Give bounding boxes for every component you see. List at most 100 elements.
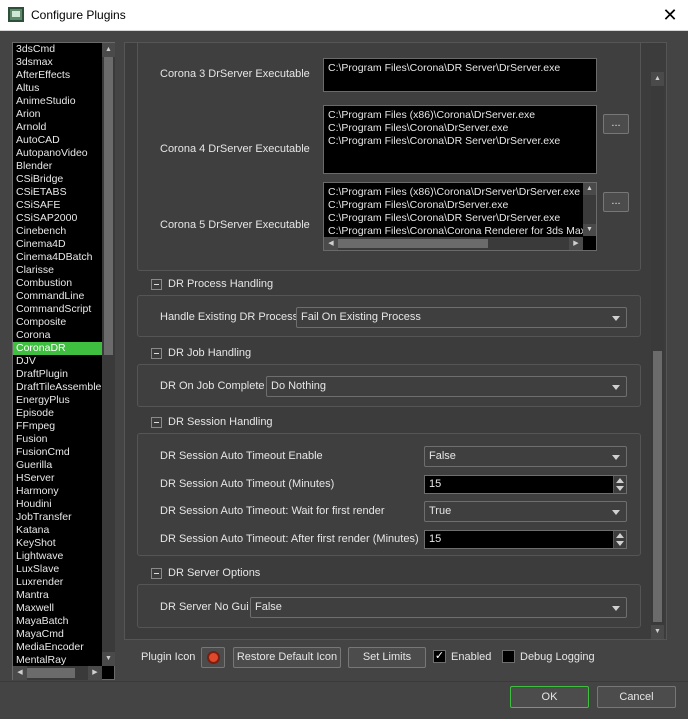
plugin-list-item[interactable]: CSiETABS [13, 186, 102, 199]
plugin-list-item[interactable]: Harmony [13, 485, 102, 498]
plugin-list-item[interactable]: Luxrender [13, 576, 102, 589]
plugin-list-item[interactable]: Composite [13, 316, 102, 329]
collapse-toggle-icon[interactable] [151, 417, 162, 428]
collapse-toggle-icon[interactable] [151, 279, 162, 290]
scroll-right-arrow-icon[interactable]: ▶ [88, 666, 102, 680]
plugin-list-item[interactable]: KeyShot [13, 537, 102, 550]
plugin-list-item[interactable]: CoronaDR [13, 342, 102, 355]
auto-timeout-minutes-stepper[interactable]: 15 [424, 475, 627, 494]
scroll-left-arrow-icon[interactable]: ◀ [13, 666, 27, 680]
scroll-down-arrow-icon[interactable]: ▼ [583, 224, 596, 236]
scroll-left-arrow-icon[interactable]: ◀ [324, 237, 338, 250]
scroll-up-arrow-icon[interactable]: ▲ [102, 43, 115, 57]
scroll-up-arrow-icon[interactable]: ▲ [651, 72, 664, 86]
cancel-button[interactable]: Cancel [597, 686, 676, 708]
scroll-up-arrow-icon[interactable]: ▲ [583, 183, 596, 195]
corona5-field-horizontal-scrollbar[interactable]: ◀ ▶ [324, 237, 583, 250]
plugin-list-item[interactable]: AfterEffects [13, 69, 102, 82]
plugin-list-item[interactable]: MediaEncoder [13, 641, 102, 654]
plugin-list-item[interactable]: AutoCAD [13, 134, 102, 147]
window-title: Configure Plugins [31, 8, 126, 22]
plugin-list-item[interactable]: HServer [13, 472, 102, 485]
close-icon[interactable]: ✕ [658, 3, 682, 27]
plugin-list-item[interactable]: Arion [13, 108, 102, 121]
restore-default-icon-button[interactable]: Restore Default Icon [233, 647, 341, 668]
plugin-list-item[interactable]: DraftPlugin [13, 368, 102, 381]
auto-timeout-enable-select[interactable]: False [424, 446, 627, 467]
on-job-complete-select[interactable]: Do Nothing [266, 376, 627, 397]
plugin-list-item[interactable]: Cinebench [13, 225, 102, 238]
ok-button[interactable]: OK [510, 686, 589, 708]
plugin-list-item[interactable]: JobTransfer [13, 511, 102, 524]
plugin-list-item[interactable]: Altus [13, 82, 102, 95]
collapse-toggle-icon[interactable] [151, 348, 162, 359]
scroll-right-arrow-icon[interactable]: ▶ [569, 237, 583, 250]
corona5-executable-field[interactable]: C:\Program Files (x86)\Corona\DrServer\D… [323, 182, 597, 251]
scroll-thumb[interactable] [104, 57, 113, 355]
scroll-down-arrow-icon[interactable]: ▼ [102, 652, 115, 666]
plugin-list-item[interactable]: Lightwave [13, 550, 102, 563]
plugin-list-vertical-scrollbar[interactable]: ▲ ▼ [102, 43, 115, 666]
plugin-list-item[interactable]: Blender [13, 160, 102, 173]
settings-vertical-scrollbar[interactable]: ▲ ▼ [651, 72, 664, 639]
plugin-list-item[interactable]: DJV [13, 355, 102, 368]
plugin-list-item[interactable]: Arnold [13, 121, 102, 134]
plugin-list-item[interactable]: LuxSlave [13, 563, 102, 576]
corona5-browse-button[interactable]: ... [603, 192, 629, 212]
plugin-list-item[interactable]: MayaCmd [13, 628, 102, 641]
corona3-executable-field[interactable]: C:\Program Files\Corona\DR Server\DrServ… [323, 58, 597, 92]
after-first-render-stepper[interactable]: 15 [424, 530, 627, 549]
plugin-list-item[interactable]: FusionCmd [13, 446, 102, 459]
handle-existing-process-select[interactable]: Fail On Existing Process [296, 307, 627, 328]
corona4-executable-field[interactable]: C:\Program Files (x86)\Corona\DrServer.e… [323, 105, 597, 174]
plugin-list-item[interactable]: Clarisse [13, 264, 102, 277]
plugin-list-item[interactable]: Guerilla [13, 459, 102, 472]
plugin-list-item[interactable]: 3dsCmd [13, 43, 102, 56]
plugin-list-item[interactable]: MentalRay [13, 654, 102, 666]
plugin-list-item[interactable]: AutopanoVideo [13, 147, 102, 160]
debug-logging-checkbox[interactable] [502, 650, 515, 663]
plugin-list-item[interactable]: Cinema4DBatch [13, 251, 102, 264]
plugin-list-item[interactable]: EnergyPlus [13, 394, 102, 407]
decrement-arrow-icon[interactable] [616, 486, 624, 491]
plugin-list-item[interactable]: Corona [13, 329, 102, 342]
plugin-list-item[interactable]: Houdini [13, 498, 102, 511]
plugin-list-item[interactable]: AnimeStudio [13, 95, 102, 108]
scroll-thumb-horizontal[interactable] [338, 239, 488, 248]
increment-arrow-icon[interactable] [616, 478, 624, 483]
plugin-list-item[interactable]: Maxwell [13, 602, 102, 615]
scroll-down-arrow-icon[interactable]: ▼ [651, 625, 664, 639]
set-limits-button[interactable]: Set Limits [348, 647, 426, 668]
plugin-list-item[interactable]: CommandScript [13, 303, 102, 316]
server-no-gui-select[interactable]: False [250, 597, 627, 618]
corona-plugin-icon [207, 651, 220, 664]
corona4-executable-label: Corona 4 DrServer Executable [160, 143, 310, 155]
plugin-list-item[interactable]: CSiSAP2000 [13, 212, 102, 225]
plugin-list-item[interactable]: 3dsmax [13, 56, 102, 69]
plugin-list-item[interactable]: FFmpeg [13, 420, 102, 433]
increment-arrow-icon[interactable] [616, 533, 624, 538]
collapse-toggle-icon[interactable] [151, 568, 162, 579]
plugin-list-item[interactable]: MayaBatch [13, 615, 102, 628]
plugin-list-item[interactable]: Combustion [13, 277, 102, 290]
plugin-list-item[interactable]: CommandLine [13, 290, 102, 303]
plugin-list-item[interactable]: CSiSAFE [13, 199, 102, 212]
wait-first-render-select[interactable]: True [424, 501, 627, 522]
plugin-list-item[interactable]: Episode [13, 407, 102, 420]
plugin-list-item[interactable]: Katana [13, 524, 102, 537]
stepper-buttons[interactable] [613, 531, 626, 548]
scroll-thumb-horizontal[interactable] [27, 668, 75, 678]
stepper-buttons[interactable] [613, 476, 626, 493]
plugin-list-item[interactable]: Mantra [13, 589, 102, 602]
plugin-list-item[interactable]: CSiBridge [13, 173, 102, 186]
plugin-list-item[interactable]: DraftTileAssembler [13, 381, 102, 394]
enabled-checkbox[interactable]: ✓ [433, 650, 446, 663]
decrement-arrow-icon[interactable] [616, 541, 624, 546]
plugin-icon-button[interactable] [201, 647, 225, 668]
scroll-thumb[interactable] [653, 351, 662, 622]
plugin-list-item[interactable]: Fusion [13, 433, 102, 446]
corona4-browse-button[interactable]: ... [603, 114, 629, 134]
corona5-field-vertical-scrollbar[interactable]: ▲ ▼ [583, 183, 596, 236]
plugin-list-horizontal-scrollbar[interactable]: ◀ ▶ [13, 666, 102, 680]
plugin-list-item[interactable]: Cinema4D [13, 238, 102, 251]
